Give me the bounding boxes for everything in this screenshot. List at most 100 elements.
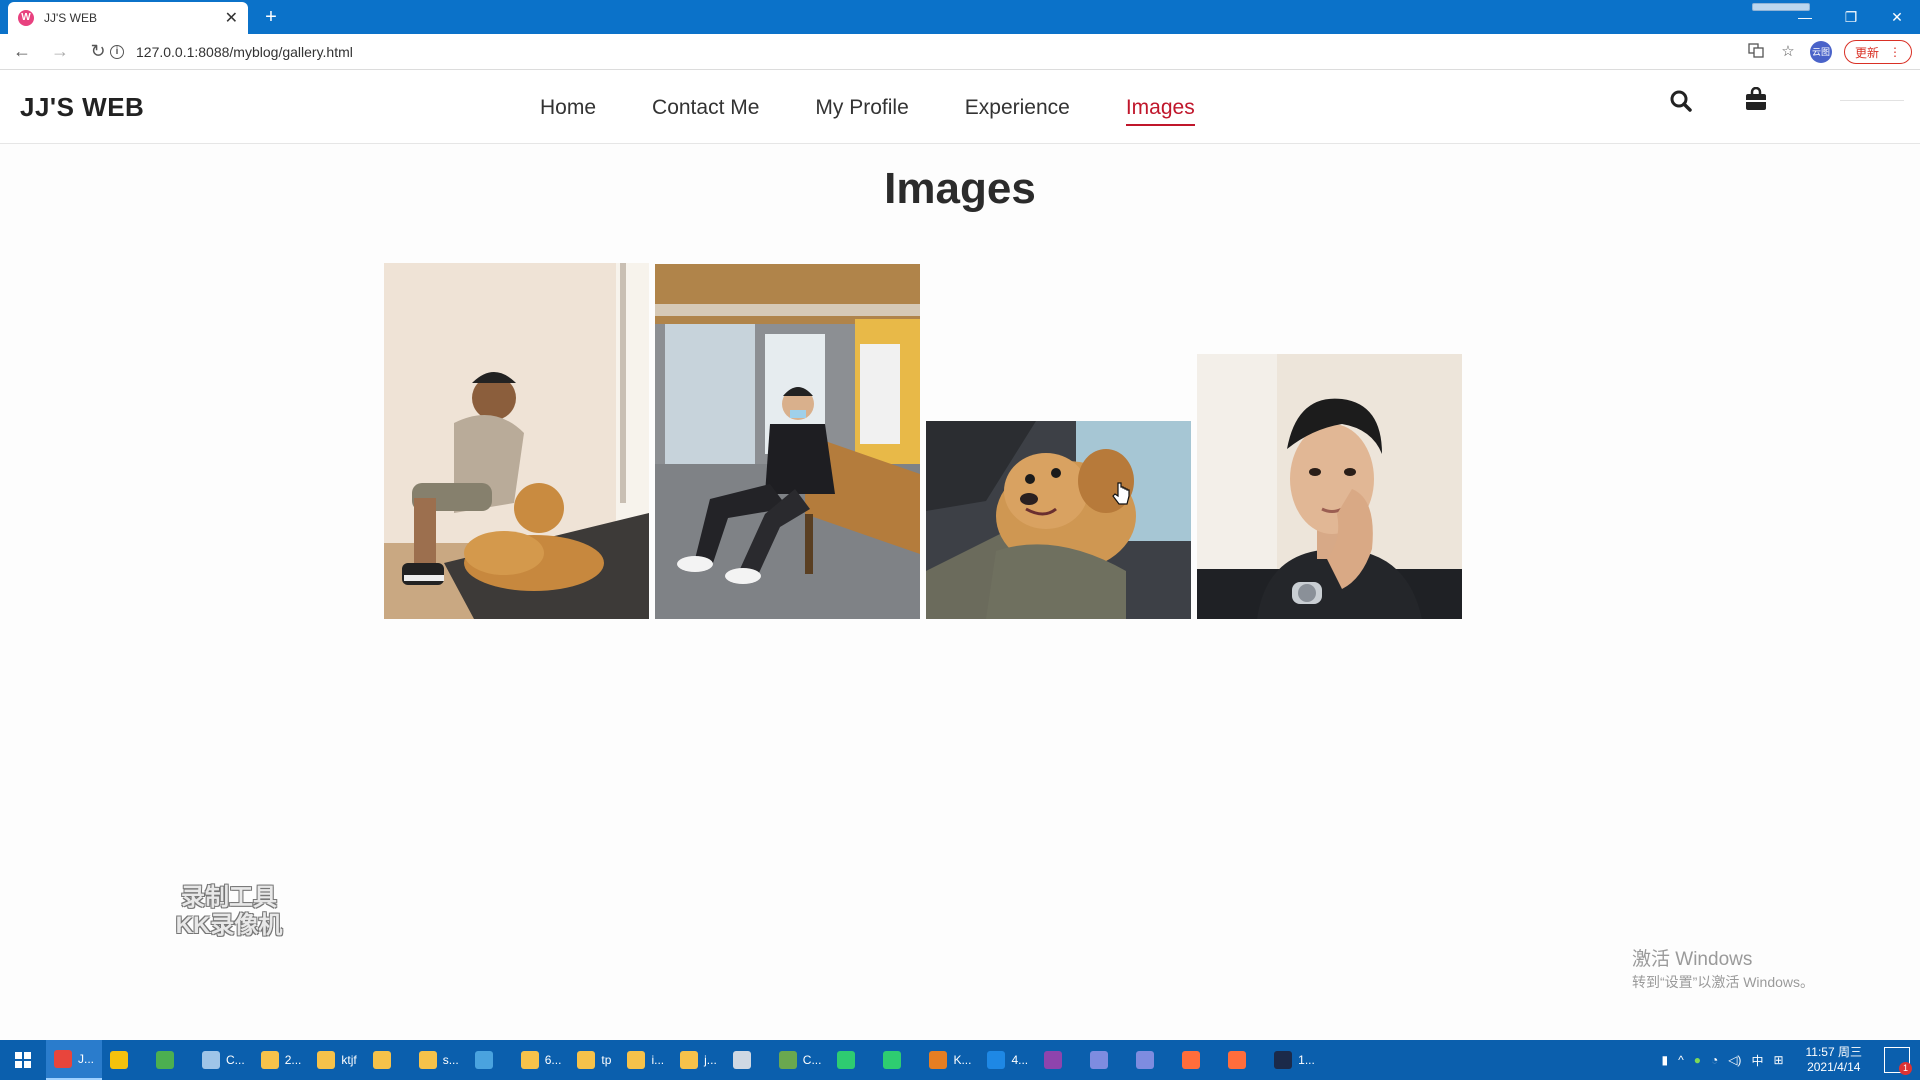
taskbar-app-13[interactable] — [725, 1040, 771, 1080]
taskbar-app-0[interactable]: J... — [46, 1040, 103, 1080]
taskbar-app-2[interactable] — [148, 1040, 194, 1080]
translate-icon[interactable] — [1746, 42, 1766, 62]
mouse-cursor-icon — [1112, 482, 1130, 506]
taskbar-app-icon — [680, 1051, 699, 1069]
bookmark-star-icon[interactable]: ☆ — [1778, 42, 1798, 62]
taskbar-app-6[interactable] — [365, 1040, 411, 1080]
site-logo[interactable]: JJ'S WEB — [20, 92, 144, 123]
activate-windows-title: 激活 Windows — [1632, 949, 1753, 970]
taskbar-app-19[interactable] — [1036, 1040, 1082, 1080]
main-nav: Home Contact Me My Profile Experience Im… — [540, 96, 1251, 126]
browser-toolbar: ← → ↻ i 127.0.0.1:8088/myblog/gallery.ht… — [0, 34, 1920, 70]
taskbar-app-24[interactable]: 1... — [1266, 1040, 1323, 1080]
taskbar-app-18[interactable]: 4... — [979, 1040, 1036, 1080]
taskbar-app-label: C... — [226, 1053, 245, 1067]
taskbar-app-icon — [627, 1051, 646, 1069]
restore-icon[interactable]: ❐ — [1828, 0, 1874, 34]
tray-wechat-icon[interactable]: ● — [1694, 1053, 1701, 1067]
taskbar-app-5[interactable]: ktjf — [309, 1040, 364, 1080]
tray-ime-indicator[interactable]: 中 — [1751, 1052, 1763, 1069]
taskbar-app-8[interactable] — [467, 1040, 513, 1080]
header-divider — [1840, 100, 1904, 101]
nav-link-experience[interactable]: Experience — [965, 96, 1070, 126]
nav-link-home[interactable]: Home — [540, 96, 596, 126]
taskbar-app-20[interactable] — [1082, 1040, 1128, 1080]
nav-link-images[interactable]: Images — [1125, 96, 1195, 126]
minimize-icon[interactable]: — — [1782, 0, 1828, 34]
browser-titlebar: W JJ'S WEB ✕ + — ❐ ✕ — [0, 0, 1920, 34]
photo-2-drawing — [655, 264, 920, 619]
tray-network-icon[interactable]: ◔ — [1711, 1053, 1718, 1067]
taskbar-app-icon — [156, 1051, 175, 1069]
taskbar-items: J... C... 2... ktjf s... 6... tp i... j... C... K.… — [46, 1040, 1323, 1080]
taskbar-app-17[interactable]: K... — [921, 1040, 979, 1080]
man-with-golden-retriever-photo[interactable] — [384, 263, 649, 619]
taskbar-app-icon — [317, 1051, 336, 1069]
close-window-icon[interactable]: ✕ — [1874, 0, 1920, 34]
taskbar-app-16[interactable] — [875, 1040, 921, 1080]
taskbar-app-label: J... — [78, 1052, 95, 1066]
activate-windows-subtitle: 转到“设置”以激活 Windows。 — [1632, 974, 1815, 990]
taskbar-app-9[interactable]: 6... — [513, 1040, 570, 1080]
update-label: 更新 — [1854, 45, 1879, 60]
photo-4-drawing — [1197, 354, 1462, 619]
man-selfie-photo[interactable] — [1197, 354, 1462, 619]
taskbar-app-label: i... — [651, 1053, 665, 1067]
tray-volume-icon[interactable]: ◁) — [1728, 1053, 1741, 1067]
tray-battery-icon[interactable]: ▮ — [1661, 1053, 1668, 1067]
tray-keyboard-icon[interactable]: ⊞ — [1773, 1053, 1783, 1067]
man-sitting-on-bench-photo[interactable] — [655, 264, 920, 619]
nav-link-profile[interactable]: My Profile — [815, 96, 908, 126]
back-arrow-icon[interactable]: ← — [6, 38, 38, 66]
taskbar-app-label: 4... — [1011, 1053, 1029, 1067]
toolbar-right: ☆ 云图 更新 ⋮ — [1746, 38, 1912, 66]
page-title: Images — [884, 164, 1036, 213]
taskbar-app-22[interactable] — [1174, 1040, 1220, 1080]
recorder-line-2: KK录像机 — [175, 912, 283, 939]
taskbar-app-10[interactable]: tp — [569, 1040, 619, 1080]
taskbar-app-icon — [54, 1050, 72, 1068]
taskbar-app-label: s... — [442, 1053, 459, 1067]
search-icon[interactable] — [1668, 88, 1694, 114]
taskbar-app-15[interactable] — [829, 1040, 875, 1080]
taskbar-app-21[interactable] — [1128, 1040, 1174, 1080]
taskbar-app-icon — [474, 1051, 493, 1069]
taskbar-app-label: 1... — [1298, 1053, 1315, 1067]
forward-arrow-icon[interactable]: → — [44, 38, 76, 66]
nav-link-contact[interactable]: Contact Me — [652, 96, 759, 126]
browser-tab[interactable]: W JJ'S WEB ✕ — [8, 2, 248, 34]
taskbar-app-label: ktjf — [341, 1053, 357, 1067]
update-button[interactable]: 更新 ⋮ — [1843, 40, 1912, 64]
taskbar-app-12[interactable]: j... — [672, 1040, 725, 1080]
taskbar-app-label: C... — [802, 1053, 822, 1067]
golden-retriever-in-car-photo[interactable] — [926, 421, 1191, 619]
site-info-icon[interactable]: i — [110, 45, 124, 59]
url-text: 127.0.0.1:8088/myblog/gallery.html — [136, 44, 353, 60]
address-bar[interactable]: i 127.0.0.1:8088/myblog/gallery.html — [110, 38, 1730, 66]
taskbar-app-4[interactable]: 2... — [253, 1040, 310, 1080]
more-menu-icon[interactable]: ⋮ — [1889, 45, 1901, 59]
taskbar-app-icon — [732, 1051, 751, 1069]
recorder-line-1: 录制工具 — [181, 884, 277, 911]
taskbar-app-14[interactable]: C... — [771, 1040, 830, 1080]
taskbar-app-icon — [1090, 1051, 1109, 1069]
windows-start-icon[interactable] — [0, 1040, 46, 1080]
window-controls: — ❐ ✕ — [1782, 0, 1920, 34]
taskbar-app-23[interactable] — [1220, 1040, 1266, 1080]
taskbar-app-3[interactable]: C... — [194, 1040, 253, 1080]
taskbar-app-icon — [202, 1051, 221, 1069]
close-tab-icon[interactable]: ✕ — [225, 8, 238, 28]
taskbar-app-label: 6... — [544, 1053, 562, 1067]
tray-expand-icon[interactable]: ^ — [1678, 1053, 1684, 1067]
profile-avatar[interactable]: 云图 — [1809, 41, 1832, 63]
taskbar-app-icon — [520, 1051, 539, 1069]
taskbar-app-icon — [837, 1051, 856, 1069]
taskbar-app-1[interactable] — [102, 1040, 148, 1080]
clock-time: 11:57 周三 — [1805, 1045, 1862, 1059]
taskbar-app-7[interactable]: s... — [411, 1040, 467, 1080]
taskbar-app-11[interactable]: i... — [619, 1040, 672, 1080]
notification-center-icon[interactable]: 1 — [1884, 1047, 1912, 1075]
shopping-bag-icon[interactable] — [1745, 86, 1767, 111]
taskbar-clock[interactable]: 11:57 周三 2021/4/14 — [1806, 1045, 1862, 1075]
new-tab-icon[interactable]: + — [260, 6, 282, 28]
